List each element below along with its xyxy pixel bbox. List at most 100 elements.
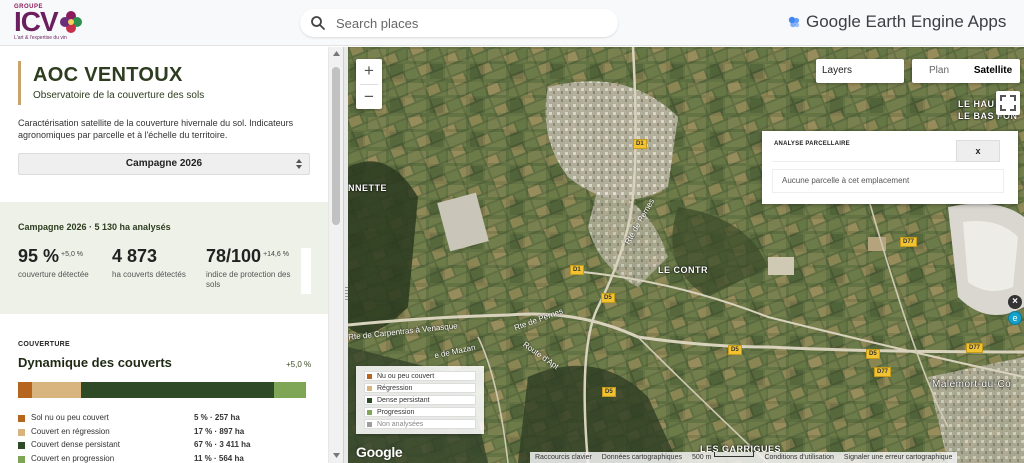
google-logo: Google [356,444,403,460]
coverage-section-label: COUVERTURE [18,341,71,348]
map-type-control: Plan Satellite [912,59,1020,83]
legend-swatch [18,456,25,463]
app-header: GROUPE ICV L'art & l'expertise du vin Go… [0,0,1024,46]
zoom-control: + − [356,59,382,109]
kpi-value: 95 % +5,0 % [18,246,100,267]
coverage-delta: +5,0 % [286,360,312,369]
parcel-analysis-title: ANALYSE PARCELLAIRE [774,141,850,147]
flower-icon [60,11,82,33]
close-button[interactable]: x [956,140,1000,162]
coverage-bar-segment [274,382,306,398]
kpi-panel: Campagne 2026 · 5 130 ha analysés 95 % +5… [0,202,328,314]
place-label: LE HAU [958,99,995,109]
place-label: LE CONTR [658,265,708,275]
layers-button[interactable]: Layers [816,59,904,83]
kpi-value: 4 873 [112,246,198,267]
search-input[interactable] [336,14,606,32]
legend-item: Progression [364,407,476,417]
map-type-plan-button[interactable]: Plan [912,59,966,83]
app-title: Google Earth Engine Apps [806,12,1007,31]
fullscreen-icon [1000,95,1016,111]
legend-label: Nu ou peu couvert [377,373,435,380]
scroll-up-icon[interactable] [333,51,340,56]
scale-line [714,452,755,457]
parcel-analysis-message: Aucune parcelle à cet emplacement [772,169,1004,193]
kpi-value-text: 95 % [18,246,60,266]
kpi-delta: +14,6 % [263,251,289,258]
kpi-value-text: 78/100 [206,246,262,266]
kpi-label: couverture détectée [18,270,89,279]
legend-label: Dense persistant [377,397,430,404]
zoom-out-button[interactable]: − [356,85,382,110]
earth-engine-icon [788,16,800,28]
zoom-in-button[interactable]: + [356,59,382,84]
scroll-down-icon[interactable] [333,453,340,458]
terms-link[interactable]: Conditions d'utilisation [759,452,838,463]
legend-item: Dense persistant [364,395,476,405]
legend-swatch [367,386,372,391]
edge-extension-icon[interactable]: e [1008,311,1022,325]
legend-swatch [367,410,372,415]
icv-logo[interactable]: GROUPE ICV L'art & l'expertise du vin [14,4,86,42]
coverage-title: Dynamique des couverts [18,355,172,370]
gee-brand[interactable]: Google Earth Engine Apps [786,11,1006,33]
road-badge: D5 [601,293,615,303]
road-badge: D77 [874,367,892,377]
road-badge: D1 [633,139,647,149]
campaign-select[interactable]: Campagne 2026 [18,153,310,175]
coverage-stacked-bar [18,382,306,398]
road-badge: D77 [966,343,984,353]
coverage-row-value: 67 % · 3 411 ha [194,440,251,449]
coverage-row-value: 17 % · 897 ha [194,427,245,436]
coverage-row: Couvert dense persistant 67 % · 3 411 ha [18,440,278,452]
legend-swatch [18,442,25,449]
scale-text: 500 m [691,454,712,461]
coverage-bar-segment [32,382,82,398]
kpi-value-text: 4 873 [112,246,158,266]
road-badge: D5 [866,349,880,359]
page-title: AOC VENTOUX [33,64,183,86]
place-label: NNETTE [348,183,387,193]
coverage-row-name: Couvert en progression [31,454,115,463]
coverage-row-value: 5 % · 257 ha [194,413,240,422]
legend-swatch [367,374,372,379]
legend-swatch [18,415,25,422]
sidebar-scrollbar[interactable] [328,47,343,463]
coverage-row: Couvert en régression 17 % · 897 ha [18,427,278,439]
search-bar[interactable] [300,9,618,37]
scale-bar[interactable]: 500 m [687,452,759,463]
road-badge: D5 [602,387,616,397]
kpi-header: Campagne 2026 · 5 130 ha analysés [18,222,171,232]
coverage-row-value: 11 % · 564 ha [194,454,244,463]
map-data-link[interactable]: Données cartographiques [597,452,687,463]
close-circle-icon[interactable]: × [1008,295,1022,309]
map-attribution: Raccourcis clavier Données cartographiqu… [530,452,958,463]
kpi-hectares: 4 873 ha couverts détectés [112,246,198,280]
map-legend: Nu ou peu couvert Régression Dense persi… [356,366,484,434]
road-badge: D1 [570,265,584,275]
legend-swatch [367,398,372,403]
fullscreen-button[interactable] [996,91,1020,115]
page-subtitle: Observatoire de la couverture des sols [33,90,205,101]
kpi-value: 78/100 +14,6 % [206,246,300,267]
keyboard-shortcuts-link[interactable]: Raccourcis clavier [530,452,597,463]
coverage-row-name: Sol nu ou peu couvert [31,413,109,422]
coverage-row: Sol nu ou peu couvert 5 % · 257 ha [18,413,278,425]
coverage-row: Couvert en progression 11 % · 564 ha [18,454,278,463]
report-error-link[interactable]: Signaler une erreur cartographique [839,452,958,463]
coverage-bar-segment [81,382,275,398]
coverage-row-name: Couvert en régression [31,427,110,436]
place-label: Malemort-du-Co [932,379,1012,390]
kpi-label: ha couverts détectés [112,270,186,279]
legend-label: Progression [377,409,415,416]
map-type-satellite-button[interactable]: Satellite [966,59,1020,83]
scrollbar-thumb[interactable] [332,67,340,225]
road-badge: D5 [728,345,742,355]
sidebar-panel: AOC VENTOUX Observatoire de la couvertur… [0,47,343,463]
map-view[interactable]: NNETTE LE CONTR LE HAU LE BAS FON Malemo… [348,47,1024,463]
kpi-card-edge [301,248,311,294]
legend-item: Non analysées [364,419,476,429]
parcel-analysis-panel: ANALYSE PARCELLAIRE x Aucune parcelle à … [762,131,1018,204]
legend-item: Nu ou peu couvert [364,371,476,381]
legend-label: Non analysées [377,421,424,428]
